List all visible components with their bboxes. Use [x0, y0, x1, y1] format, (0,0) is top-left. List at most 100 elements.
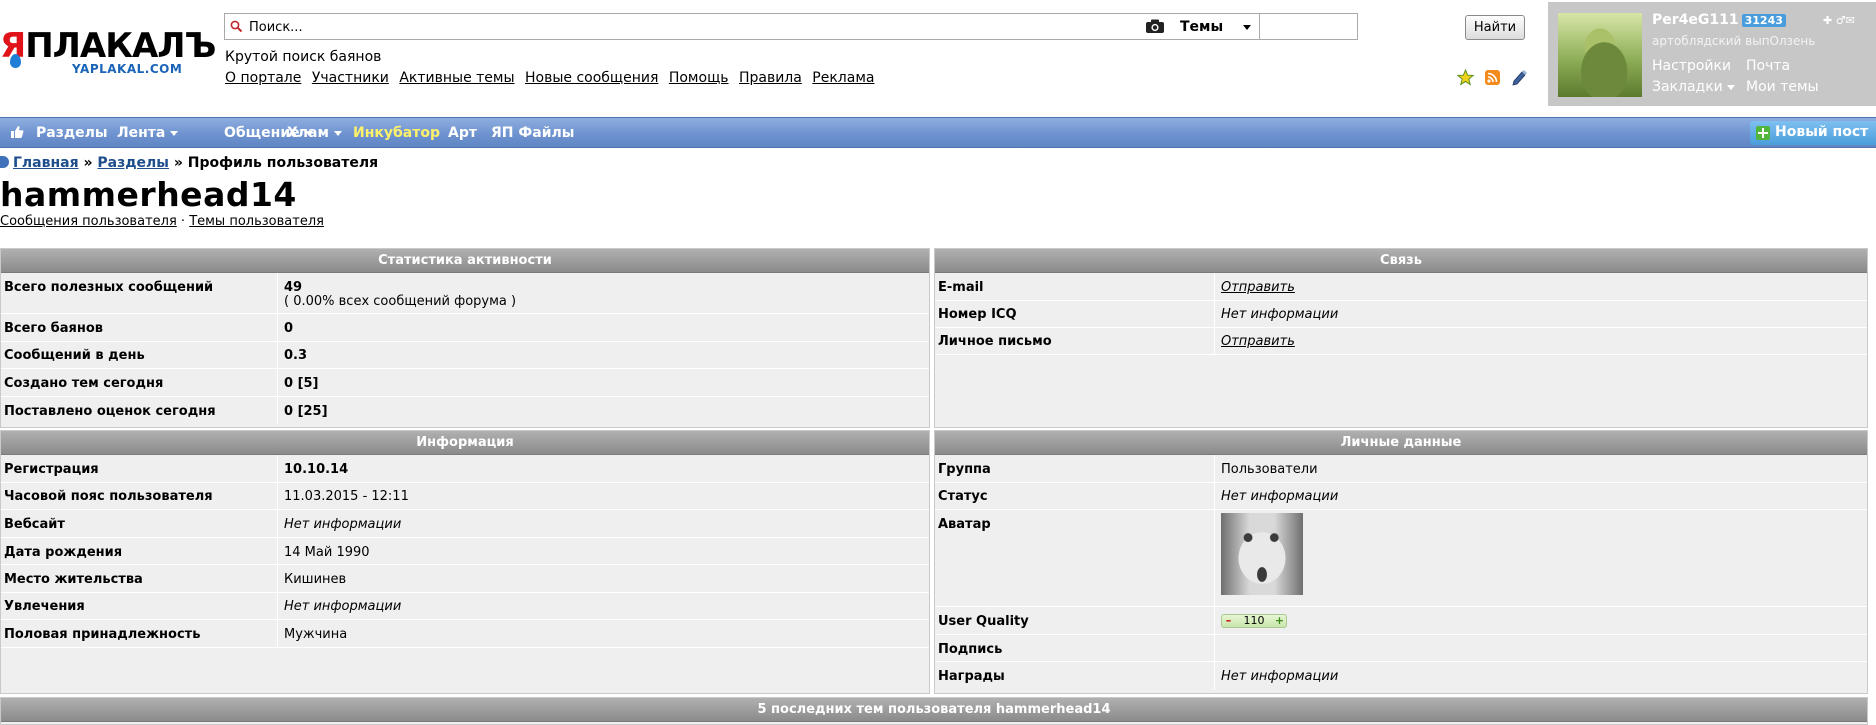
row-label: Дата рождения: [4, 545, 123, 560]
search-scope-value: Темы: [1180, 19, 1224, 35]
user-mini-icons[interactable]: ✚ ♂✉: [1823, 14, 1855, 27]
table-row: Всего баянов 0: [1, 314, 929, 342]
table-row: Аватар: [935, 510, 1867, 607]
star-icon[interactable]: [1456, 68, 1475, 86]
user-name-line: Per4eG111 31243: [1652, 12, 1786, 28]
page-title: hammerhead14: [0, 175, 297, 214]
like-icon[interactable]: [10, 125, 24, 139]
row-label: Место жительства: [4, 572, 143, 587]
camera-icon[interactable]: [1145, 18, 1165, 34]
header-icons: [1456, 68, 1534, 86]
site-logo[interactable]: ЯПЛАКАЛЪ YAPLAKAL.COM: [0, 26, 216, 82]
user-quality-widget: – 110 +: [1221, 614, 1287, 628]
row-label: Статус: [938, 489, 988, 504]
table-row: Место жительства Кишинев: [1, 565, 929, 593]
nav-item-feed-label: Лента: [117, 125, 166, 141]
breadcrumb-home[interactable]: Главная: [13, 155, 79, 171]
row-value: Пользователи: [1221, 462, 1318, 477]
column-divider: [277, 620, 278, 647]
profile-links: Сообщения пользователя · Темы пользовате…: [0, 214, 324, 229]
user-link-bookmarks[interactable]: Закладки: [1652, 77, 1735, 98]
row-label: Половая принадлежность: [4, 627, 201, 642]
row-label: Аватар: [938, 517, 991, 532]
search-scope-select[interactable]: Темы: [1168, 13, 1260, 40]
main-nav: Разделы Лента Общение Хлам Инкубатор Арт…: [0, 117, 1876, 148]
column-divider: [1214, 483, 1215, 509]
row-label: Часовой пояс пользователя: [4, 489, 213, 504]
row-label: E-mail: [938, 280, 984, 295]
row-label: Всего полезных сообщений: [4, 280, 214, 295]
column-divider: [277, 538, 278, 564]
avatar: [1221, 513, 1303, 595]
row-value: Кишинев: [284, 572, 347, 587]
user-topics-link[interactable]: Темы пользователя: [189, 214, 324, 229]
nav-item-feed[interactable]: Лента: [117, 125, 179, 141]
search-button[interactable]: Найти: [1465, 15, 1525, 40]
column-divider: [277, 593, 278, 619]
profile-links-separator: ·: [180, 214, 186, 229]
nav-item-sections[interactable]: Разделы: [36, 125, 108, 141]
table-row: Поставлено оценок сегодня 0 [25]: [1, 397, 929, 424]
row-value: 0.3: [284, 348, 308, 363]
top-link-ads[interactable]: Реклама: [812, 70, 874, 86]
send-pm-link[interactable]: Отправить: [1221, 334, 1295, 349]
user-link-settings[interactable]: Настройки: [1652, 56, 1731, 77]
table-row: Подпись: [935, 635, 1867, 662]
user-avatar[interactable]: [1558, 13, 1642, 97]
column-divider: [1214, 328, 1215, 354]
tagline: Крутой поиск баянов: [225, 49, 382, 65]
user-name[interactable]: Per4eG111: [1652, 12, 1739, 28]
nav-item-junk[interactable]: Хлам: [287, 125, 342, 141]
top-link-about[interactable]: О портале: [225, 70, 301, 86]
table-row: Личное письмо Отправить: [935, 328, 1867, 355]
top-link-active-topics[interactable]: Активные темы: [399, 70, 514, 86]
row-value: Нет информации: [284, 599, 402, 614]
table-row: Дата рождения 14 Май 1990: [1, 538, 929, 565]
contact-panel: Связь E-mail Отправить Номер ICQ Нет инф…: [934, 248, 1868, 428]
rss-icon[interactable]: [1484, 69, 1501, 86]
table-row: Увлечения Нет информации: [1, 593, 929, 620]
new-post-button[interactable]: Новый пост: [1750, 121, 1876, 145]
column-divider: [1214, 607, 1215, 634]
row-value: Мужчина: [284, 627, 348, 642]
pencil-icon[interactable]: [1511, 69, 1528, 86]
row-value: 0: [284, 321, 294, 336]
column-divider: [277, 273, 278, 313]
column-divider: [277, 510, 278, 537]
table-row: Статус Нет информации: [935, 483, 1867, 510]
nav-item-incubator[interactable]: Инкубатор: [353, 125, 440, 141]
top-link-members[interactable]: Участники: [312, 70, 389, 86]
table-row: E-mail Отправить: [935, 273, 1867, 301]
row-label: Регистрация: [4, 462, 99, 477]
nav-item-art[interactable]: Арт: [448, 125, 477, 141]
minus-icon[interactable]: –: [1223, 615, 1234, 627]
row-label: Всего баянов: [4, 321, 104, 336]
column-divider: [1214, 510, 1215, 606]
user-posts-link[interactable]: Сообщения пользователя: [0, 214, 177, 229]
user-link-my-topics[interactable]: Мои темы: [1746, 77, 1819, 98]
top-link-help[interactable]: Помощь: [669, 70, 729, 86]
personal-header: Личные данные: [935, 431, 1867, 455]
plus-icon: [1756, 126, 1770, 140]
nav-item-junk-label: Хлам: [287, 125, 329, 141]
chevron-down-icon: [1243, 25, 1251, 30]
user-score-badge: 31243: [1741, 14, 1786, 27]
chevron-down-icon: [1726, 84, 1735, 90]
table-row: Сообщений в день 0.3: [1, 342, 929, 369]
row-value: Нет информации: [1221, 669, 1339, 684]
user-quality-value: 110: [1243, 614, 1265, 627]
user-link-mail[interactable]: Почта: [1746, 56, 1790, 77]
top-link-new-posts[interactable]: Новые сообщения: [525, 70, 658, 86]
nav-item-files[interactable]: ЯП Файлы: [491, 125, 574, 141]
row-label: Группа: [938, 462, 991, 477]
row-value: 0 [25]: [284, 404, 328, 419]
send-email-link[interactable]: Отправить: [1221, 280, 1295, 295]
table-row: Регистрация 10.10.14: [1, 455, 929, 483]
user-title: артоблядский выпОлзень: [1652, 34, 1816, 48]
column-divider: [277, 455, 278, 482]
breadcrumb-sections[interactable]: Разделы: [97, 155, 169, 171]
table-row: Вебсайт Нет информации: [1, 510, 929, 538]
plus-icon[interactable]: +: [1274, 615, 1285, 627]
top-link-rules[interactable]: Правила: [739, 70, 802, 86]
column-divider: [1214, 662, 1215, 690]
